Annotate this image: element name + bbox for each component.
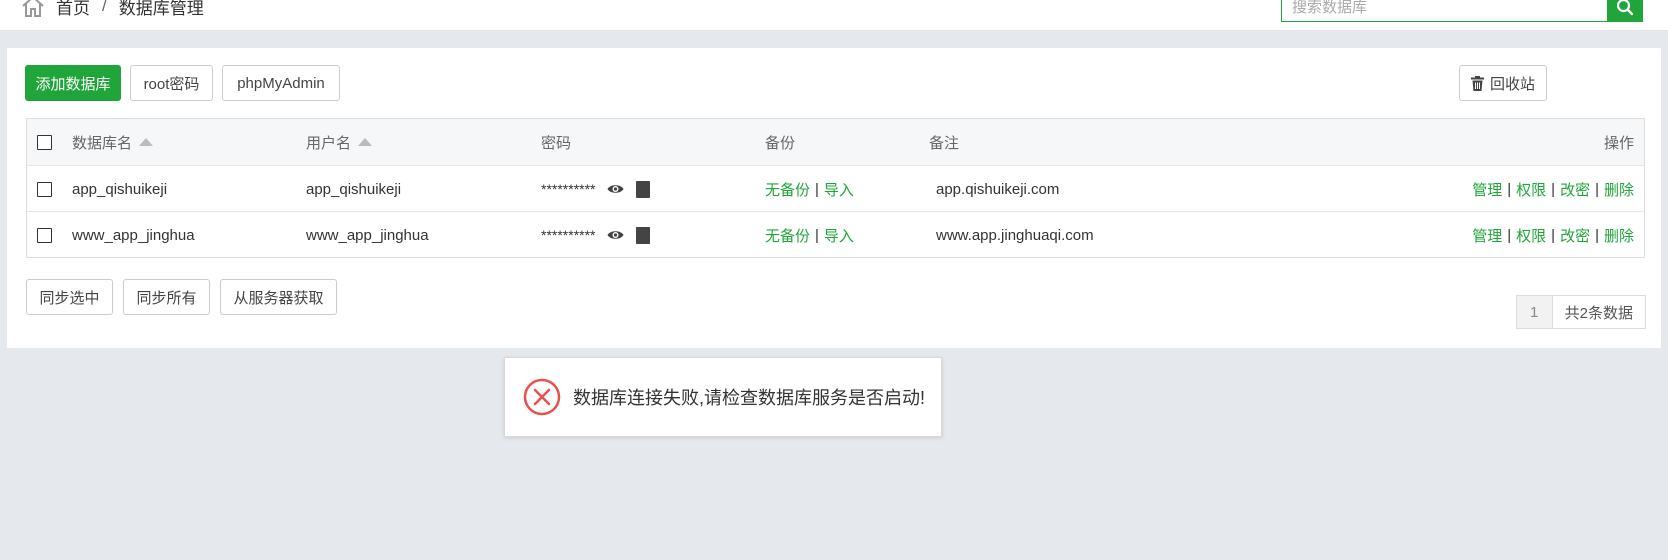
database-table: 数据库名 用户名 密码 备份 备注 操作 app_qishuikeji app_…	[26, 118, 1645, 258]
breadcrumb: 首页 / 数据库管理	[20, 0, 204, 20]
page-number[interactable]: 1	[1516, 296, 1553, 328]
db-user: www_app_jinghua	[306, 226, 429, 244]
sync-all-button[interactable]: 同步所有	[123, 279, 210, 315]
row-checkbox[interactable]	[37, 227, 52, 243]
phpmyadmin-button[interactable]: phpMyAdmin	[222, 65, 340, 101]
breadcrumb-separator: /	[102, 0, 107, 15]
header-user: 用户名	[306, 134, 352, 152]
sort-by-name[interactable]: 数据库名	[72, 119, 154, 165]
db-name: app_qishuikeji	[72, 180, 168, 198]
backup-status-link[interactable]: 无备份	[765, 225, 810, 246]
row-checkbox[interactable]	[37, 181, 52, 197]
breadcrumb-home[interactable]: 首页	[56, 0, 90, 19]
header-backup: 备份	[765, 134, 796, 152]
import-link[interactable]: 导入	[824, 179, 854, 200]
header-actions: 操作	[1603, 134, 1634, 152]
header-name: 数据库名	[72, 134, 133, 152]
breadcrumb-current: 数据库管理	[118, 0, 204, 18]
error-toast: 数据库连接失败,请检查数据库服务是否启动!	[504, 357, 942, 437]
sort-by-user[interactable]: 用户名	[306, 119, 373, 165]
database-panel: 添加数据库 root密码 phpMyAdmin 回收站 数据库名 用户名 密码	[7, 48, 1661, 348]
select-all-checkbox[interactable]	[37, 134, 52, 150]
sort-up-icon	[139, 138, 154, 146]
copy-icon[interactable]	[636, 180, 651, 198]
eye-icon[interactable]	[607, 229, 624, 241]
total-count: 共2条数据	[1564, 304, 1633, 322]
header-password: 密码	[541, 134, 572, 152]
db-user: app_qishuikeji	[306, 180, 402, 198]
row-actions: 管理 | 权限 | 改密 | 删除	[1472, 179, 1634, 200]
permission-link[interactable]: 权限	[1516, 225, 1546, 246]
table-row: www_app_jinghua www_app_jinghua ********…	[27, 211, 1644, 257]
db-name: www_app_jinghua	[72, 226, 195, 244]
change-password-link[interactable]: 改密	[1560, 179, 1590, 200]
db-note[interactable]: www.app.jinghuaqi.com	[936, 212, 1094, 258]
add-database-button[interactable]: 添加数据库	[25, 65, 121, 101]
manage-link[interactable]: 管理	[1472, 179, 1502, 200]
delete-link[interactable]: 删除	[1604, 179, 1634, 200]
change-password-link[interactable]: 改密	[1560, 225, 1590, 246]
delete-link[interactable]: 删除	[1604, 225, 1634, 246]
top-bar: 首页 / 数据库管理	[0, 0, 1668, 31]
trash-icon	[1470, 75, 1484, 91]
pagination: 1 共2条数据	[1515, 295, 1646, 329]
search-button[interactable]	[1607, 0, 1643, 22]
home-icon[interactable]	[20, 0, 46, 17]
db-password: **********	[541, 181, 596, 197]
recycle-bin-label: 回收站	[1489, 75, 1535, 93]
row-actions: 管理 | 权限 | 改密 | 删除	[1472, 225, 1634, 246]
db-password: **********	[541, 227, 596, 243]
manage-link[interactable]: 管理	[1472, 225, 1502, 246]
permission-link[interactable]: 权限	[1516, 179, 1546, 200]
header-note: 备注	[929, 134, 960, 152]
root-password-button[interactable]: root密码	[130, 65, 213, 101]
eye-icon[interactable]	[607, 183, 624, 195]
sync-selected-button[interactable]: 同步选中	[26, 279, 113, 315]
table-row: app_qishuikeji app_qishuikeji **********…	[27, 165, 1644, 211]
db-note[interactable]: app.qishuikeji.com	[936, 166, 1059, 212]
error-circle-icon	[523, 378, 561, 416]
search-input[interactable]	[1281, 0, 1608, 22]
backup-status-link[interactable]: 无备份	[765, 179, 810, 200]
search-bar	[1281, 0, 1643, 22]
sort-up-icon	[358, 138, 373, 146]
toast-message: 数据库连接失败,请检查数据库服务是否启动!	[573, 388, 925, 408]
fetch-from-server-button[interactable]: 从服务器获取	[220, 279, 337, 315]
copy-icon[interactable]	[636, 226, 651, 244]
recycle-bin-button[interactable]: 回收站	[1459, 65, 1547, 101]
search-icon	[1616, 0, 1634, 16]
import-link[interactable]: 导入	[824, 225, 854, 246]
table-header: 数据库名 用户名 密码 备份 备注 操作	[27, 119, 1644, 165]
